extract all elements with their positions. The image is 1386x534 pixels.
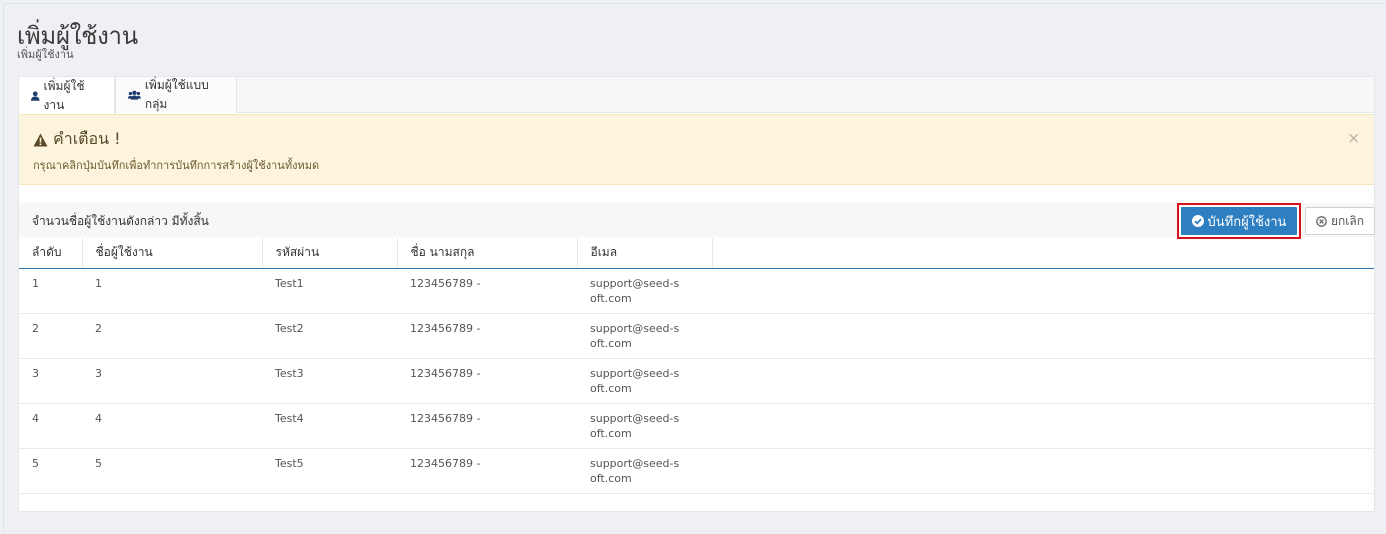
cell-email: support@seed-soft.com	[577, 448, 712, 494]
cell-email: support@seed-soft.com	[577, 268, 712, 314]
cell-password: Test5	[262, 448, 397, 494]
tab-bar: เพิ่มผู้ใช้งาน เพิ่มผู้ใช้แบบกลุ่ม	[19, 77, 1374, 114]
cell-username: 3	[82, 358, 262, 404]
tab-add-group-users-label: เพิ่มผู้ใช้แบบกลุ่ม	[144, 78, 209, 111]
cell-filler	[712, 313, 1374, 359]
table-header-row: ลำดับ ชื่อผู้ใช้งาน รหัสผ่าน ชื่อ นามสกุ…	[19, 238, 1374, 269]
cancel-button-label: ยกเลิก	[1330, 213, 1365, 228]
user-count-text: จำนวนชื่อผู้ใช้งานดังกล่าว มีทั้งสิ้น	[32, 214, 209, 228]
table-row: 1 1 Test1 123456789 - support@seed-soft.…	[19, 268, 1374, 314]
tab-add-user[interactable]: เพิ่มผู้ใช้งาน	[19, 77, 115, 114]
cell-filler	[712, 448, 1374, 494]
cell-password: Test2	[262, 313, 397, 359]
email-text: support@seed-soft.com	[590, 366, 680, 395]
table-row: 4 4 Test4 123456789 - support@seed-soft.…	[19, 403, 1374, 449]
column-header-username[interactable]: ชื่อผู้ใช้งาน	[82, 238, 263, 269]
column-header-no[interactable]: ลำดับ	[19, 238, 83, 269]
column-header-password[interactable]: รหัสผ่าน	[262, 238, 398, 269]
column-header-filler	[712, 238, 1374, 269]
table-row: 3 3 Test3 123456789 - support@seed-soft.…	[19, 358, 1374, 404]
table-row: 2 2 Test2 123456789 - support@seed-soft.…	[19, 313, 1374, 359]
summary-bar: จำนวนชื่อผู้ใช้งานดังกล่าว มีทั้งสิ้น	[19, 203, 1374, 237]
cell-no: 5	[19, 448, 82, 494]
cell-fullname: 123456789 -	[397, 268, 577, 314]
users-icon	[128, 90, 141, 100]
cell-no: 2	[19, 313, 82, 359]
cell-fullname: 123456789 -	[397, 358, 577, 404]
cell-filler	[712, 358, 1374, 404]
cell-password: Test1	[262, 268, 397, 314]
warning-icon	[33, 133, 48, 146]
page-subtitle: เพิ่มผู้ใช้งาน	[17, 48, 74, 61]
cell-username: 4	[82, 403, 262, 449]
cell-email: support@seed-soft.com	[577, 358, 712, 404]
cell-fullname: 123456789 -	[397, 313, 577, 359]
cell-no: 3	[19, 358, 82, 404]
table-row: 5 5 Test5 123456789 - support@seed-soft.…	[19, 448, 1374, 494]
save-users-button-highlight: บันทึกผู้ใช้งาน	[1177, 203, 1301, 239]
cell-filler	[712, 268, 1374, 314]
cell-fullname: 123456789 -	[397, 448, 577, 494]
cell-username: 5	[82, 448, 262, 494]
tab-add-user-label: เพิ่มผู้ใช้งาน	[43, 78, 85, 112]
cell-filler	[712, 403, 1374, 449]
email-text: support@seed-soft.com	[590, 321, 680, 350]
page: เพิ่มผู้ใช้งาน เพิ่มผู้ใช้งาน เพิ่มผู้ใช…	[3, 3, 1386, 534]
cell-no: 1	[19, 268, 82, 314]
cancel-button[interactable]: ยกเลิก	[1305, 207, 1375, 235]
column-header-email[interactable]: อีเมล	[577, 238, 713, 269]
cell-no: 4	[19, 403, 82, 449]
save-users-button-label: บันทึกผู้ใช้งาน	[1207, 214, 1287, 230]
warning-alert: คำเตือน ! กรุณาคลิกปุ่มบันทึกเพื่อทำการบ…	[19, 114, 1374, 185]
close-icon[interactable]: ×	[1347, 129, 1360, 147]
save-users-button[interactable]: บันทึกผู้ใช้งาน	[1181, 207, 1297, 235]
cell-email: support@seed-soft.com	[577, 313, 712, 359]
cell-username: 2	[82, 313, 262, 359]
cell-fullname: 123456789 -	[397, 403, 577, 449]
content-panel: เพิ่มผู้ใช้งาน เพิ่มผู้ใช้แบบกลุ่ม คำเตื…	[18, 76, 1375, 512]
tab-add-group-users[interactable]: เพิ่มผู้ใช้แบบกลุ่ม	[115, 77, 237, 113]
cell-email: support@seed-soft.com	[577, 403, 712, 449]
times-circle-icon	[1316, 215, 1327, 227]
email-text: support@seed-soft.com	[590, 456, 680, 485]
column-header-fullname[interactable]: ชื่อ นามสกุล	[397, 238, 578, 269]
users-table: ลำดับ ชื่อผู้ใช้งาน รหัสผ่าน ชื่อ นามสกุ…	[19, 238, 1374, 494]
email-text: support@seed-soft.com	[590, 276, 680, 305]
check-circle-icon	[1191, 215, 1204, 227]
email-text: support@seed-soft.com	[590, 411, 680, 440]
user-icon	[31, 90, 40, 101]
alert-title: คำเตือน !	[33, 127, 121, 152]
alert-title-text: คำเตือน !	[53, 129, 121, 148]
cell-password: Test3	[262, 358, 397, 404]
cell-password: Test4	[262, 403, 397, 449]
alert-message: กรุณาคลิกปุ่มบันทึกเพื่อทำการบันทึกการสร…	[33, 159, 320, 172]
cell-username: 1	[82, 268, 262, 314]
